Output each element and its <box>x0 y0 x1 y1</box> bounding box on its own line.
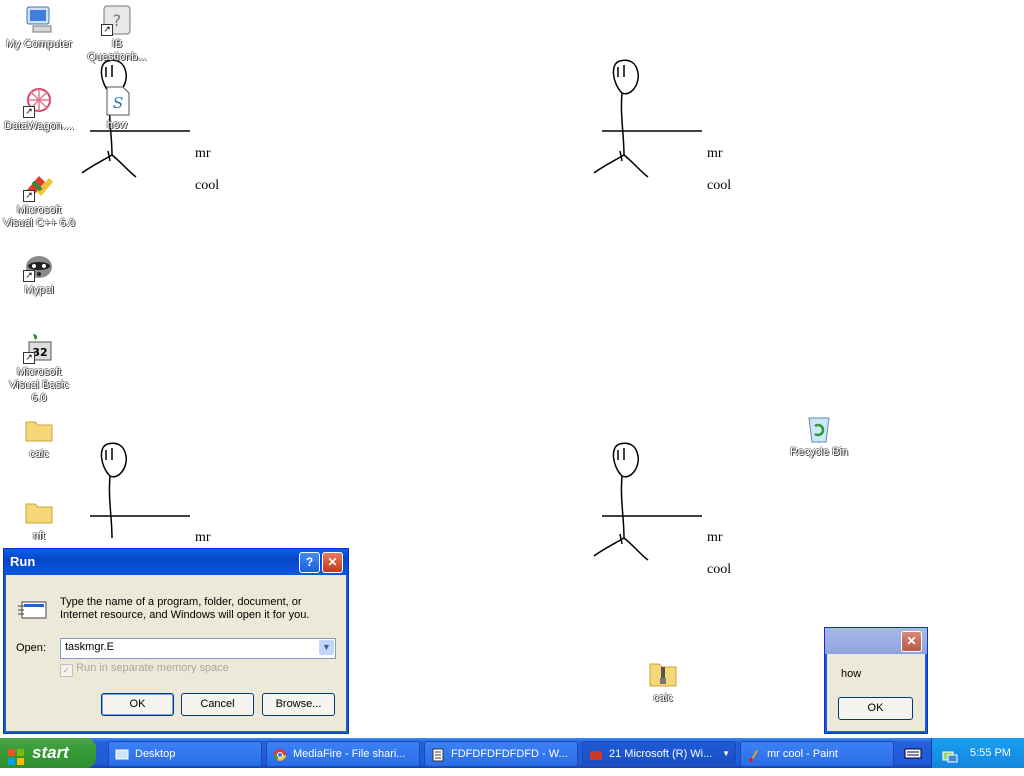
desktop-icon-recycle-bin[interactable]: Recycle Bin <box>780 412 858 459</box>
message-box: ✕ how OK <box>824 627 928 734</box>
taskbar-item-desktop[interactable]: Desktop <box>108 741 262 767</box>
folder-icon <box>23 414 55 446</box>
taskbar: start Desktop MediaFire - File shari... … <box>0 738 1024 768</box>
folder-icon <box>23 496 55 528</box>
desktop-icon-calc-folder[interactable]: calc <box>0 414 78 461</box>
desktop-icon-visual-cpp[interactable]: ↗ Microsoft Visual C++ 6.0 <box>0 170 78 230</box>
system-tray: 5:55 PM <box>931 738 1024 768</box>
message-box-titlebar[interactable]: ✕ <box>825 628 927 654</box>
close-button[interactable]: ✕ <box>901 631 922 652</box>
desktop-icon <box>115 747 129 761</box>
paint-icon <box>747 747 761 762</box>
group-dropdown-arrow-icon: ▼ <box>722 749 730 758</box>
chrome-icon <box>273 747 287 761</box>
desktop: mr cool mr cool mr mr cool My Computer ?… <box>0 0 1024 738</box>
windows-logo-icon <box>8 745 24 765</box>
drawing-text-mr: mr <box>195 146 211 161</box>
clock[interactable]: 5:55 PM <box>970 738 1011 768</box>
desktop-icon-my-computer[interactable]: My Computer <box>0 4 78 51</box>
drawing-text-mr: mr <box>707 530 723 545</box>
drawing-text-mr: mr <box>707 146 723 161</box>
run-dialog-title: Run <box>10 554 36 569</box>
open-input[interactable]: taskmgr.E <box>65 641 114 653</box>
desktop-icon-datawagon[interactable]: ↗ DataWagon.... <box>0 86 78 133</box>
drawing-text-mr: mr <box>195 530 211 545</box>
desktop-icon-nft-folder[interactable]: nft <box>0 496 78 543</box>
taskbar-item-word-document[interactable]: FDFDFDFDFDFD - W... <box>424 741 578 767</box>
run-icon <box>18 598 50 622</box>
visual-basic-icon: 32 ↗ <box>23 332 55 364</box>
desktop-icon-visual-basic[interactable]: 32 ↗ Microsoft Visual Basic 6.0 <box>0 332 78 405</box>
run-dialog: Run ? ✕ Type the name of a program, fold… <box>3 548 349 734</box>
desktop-icon-mypal[interactable]: ↗ Mypal <box>0 250 78 297</box>
start-button[interactable]: start <box>0 738 96 768</box>
my-computer-icon <box>23 4 55 36</box>
checkbox-icon: ✓ <box>60 664 73 677</box>
application-icon <box>589 747 603 761</box>
visual-cpp-icon: ↗ <box>23 170 55 202</box>
dropdown-arrow-icon[interactable]: ▼ <box>319 640 334 655</box>
ib-questionbank-icon: ? ↗ <box>101 4 133 36</box>
taskbar-item-microsoft-group[interactable]: 21 Microsoft (R) Wi... ▼ <box>582 741 736 767</box>
help-button[interactable]: ? <box>299 552 320 573</box>
shortcut-arrow-icon: ↗ <box>23 190 35 202</box>
cancel-button[interactable]: Cancel <box>181 693 254 716</box>
datawagon-icon: ↗ <box>23 86 55 118</box>
svg-text:?: ? <box>113 11 122 30</box>
browse-button[interactable]: Browse... <box>262 693 335 716</box>
drawing-text-cool: cool <box>707 178 732 193</box>
stick-figure-drawing-bottom-right <box>593 442 702 561</box>
open-combobox[interactable]: taskmgr.E ▼ <box>60 638 336 659</box>
ok-button[interactable]: OK <box>101 693 174 716</box>
desktop-icon-calc-zip[interactable]: calc <box>624 658 702 705</box>
run-dialog-titlebar[interactable]: Run ? ✕ <box>4 549 348 575</box>
script-file-icon: S <box>101 85 133 117</box>
stick-figure-drawing-top-right <box>593 59 702 178</box>
shortcut-arrow-icon: ↗ <box>23 106 35 118</box>
close-button[interactable]: ✕ <box>322 552 343 573</box>
document-icon <box>431 747 445 762</box>
drawing-text-cool: cool <box>707 562 732 577</box>
taskbar-item-paint[interactable]: mr cool - Paint <box>740 741 894 767</box>
desktop-icon-ib-questionbank[interactable]: ? ↗ IB Questionb... <box>78 4 156 64</box>
taskbar-item-mediafire[interactable]: MediaFire - File shari... <box>266 741 420 767</box>
keyboard-icon[interactable] <box>904 746 922 760</box>
drawing-text-cool: cool <box>195 178 220 193</box>
mypal-icon: ↗ <box>23 250 55 282</box>
shortcut-arrow-icon: ↗ <box>23 352 35 364</box>
svg-text:S: S <box>113 94 123 112</box>
start-label: start <box>32 743 69 762</box>
message-text: how <box>841 668 862 680</box>
zip-folder-icon <box>647 658 679 690</box>
desktop-icon-how[interactable]: S how <box>78 85 156 132</box>
open-label: Open: <box>16 642 46 654</box>
separate-memory-checkbox: ✓ Run in separate memory space <box>60 662 229 677</box>
recycle-bin-icon <box>803 412 835 444</box>
shortcut-arrow-icon: ↗ <box>23 270 35 282</box>
ok-button[interactable]: OK <box>838 697 913 720</box>
network-icon[interactable] <box>942 746 958 763</box>
shortcut-arrow-icon: ↗ <box>101 24 113 36</box>
run-description: Type the name of a program, folder, docu… <box>60 596 310 621</box>
